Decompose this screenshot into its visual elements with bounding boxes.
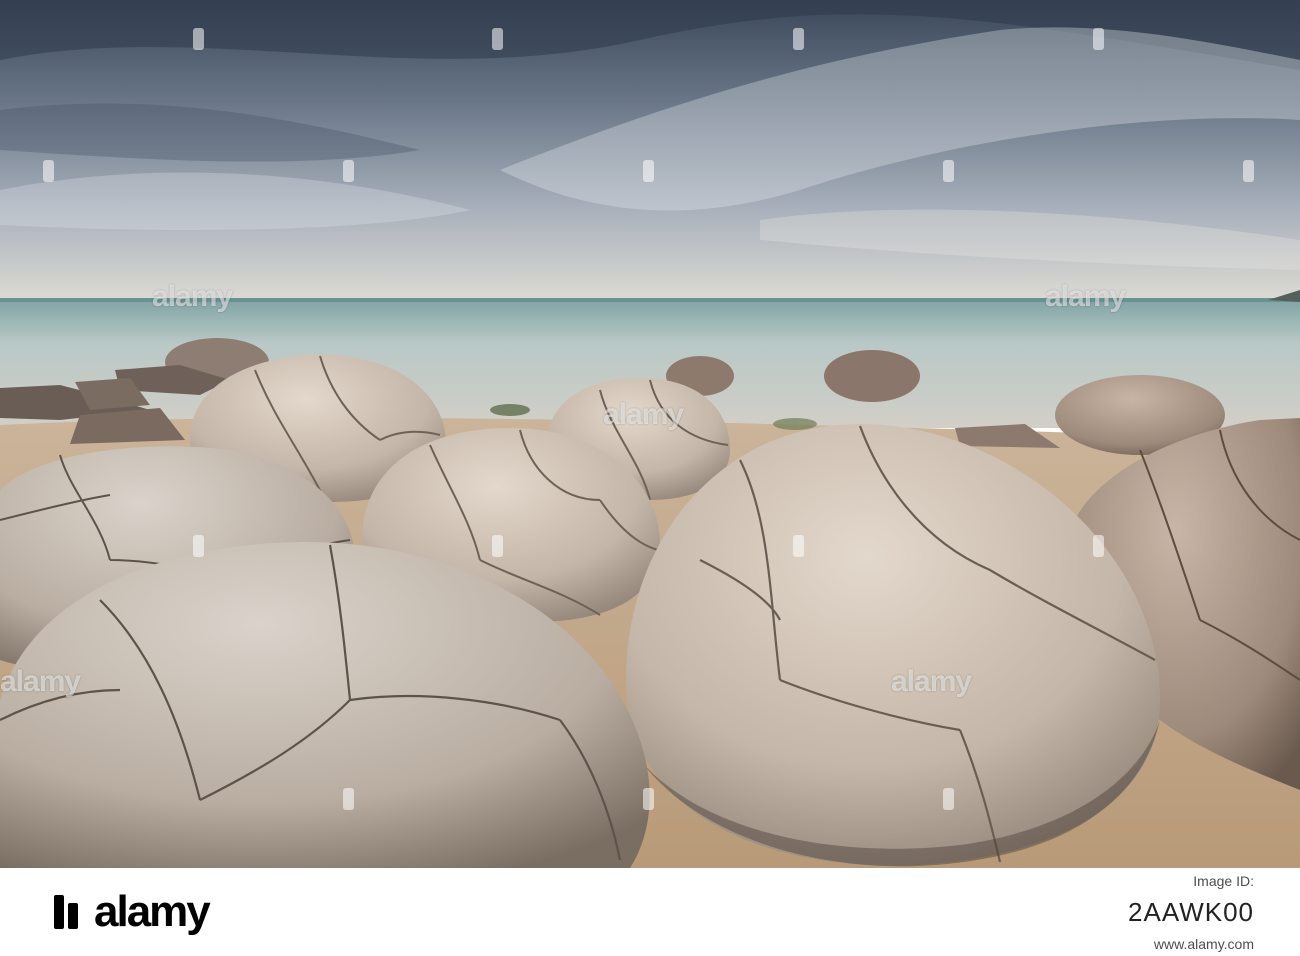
logo-text: alamy	[94, 887, 211, 936]
boulders-beach-photo	[0, 0, 1300, 868]
watermark-mark	[343, 160, 354, 182]
watermark-mark	[1093, 28, 1104, 50]
watermark-mark	[492, 28, 503, 50]
watermark-mark	[643, 788, 654, 810]
footer-bar: alamy Image ID: 2AAWK00 www.alamy.com	[0, 868, 1300, 956]
watermark-mark	[1093, 535, 1104, 557]
image-meta: Image ID: 2AAWK00 www.alamy.com	[1128, 873, 1254, 952]
alamy-logo-icon	[54, 895, 78, 929]
image-id: 2AAWK00	[1128, 896, 1254, 927]
watermark-mark	[643, 160, 654, 182]
site-url[interactable]: www.alamy.com	[1154, 936, 1254, 952]
watermark-mark	[793, 535, 804, 557]
watermark-mark	[492, 535, 503, 557]
alamy-logo[interactable]: alamy	[50, 887, 211, 936]
watermark-mark	[193, 28, 204, 50]
watermark-mark	[943, 788, 954, 810]
watermark-mark	[193, 535, 204, 557]
watermark-mark	[343, 788, 354, 810]
watermark-mark	[43, 160, 54, 182]
watermark-mark	[793, 28, 804, 50]
watermark-mark	[943, 160, 954, 182]
watermark-mark	[1243, 160, 1254, 182]
photo: alamy alamy alamy alamy alamy	[0, 0, 1300, 868]
image-id-label: Image ID:	[1193, 872, 1254, 889]
